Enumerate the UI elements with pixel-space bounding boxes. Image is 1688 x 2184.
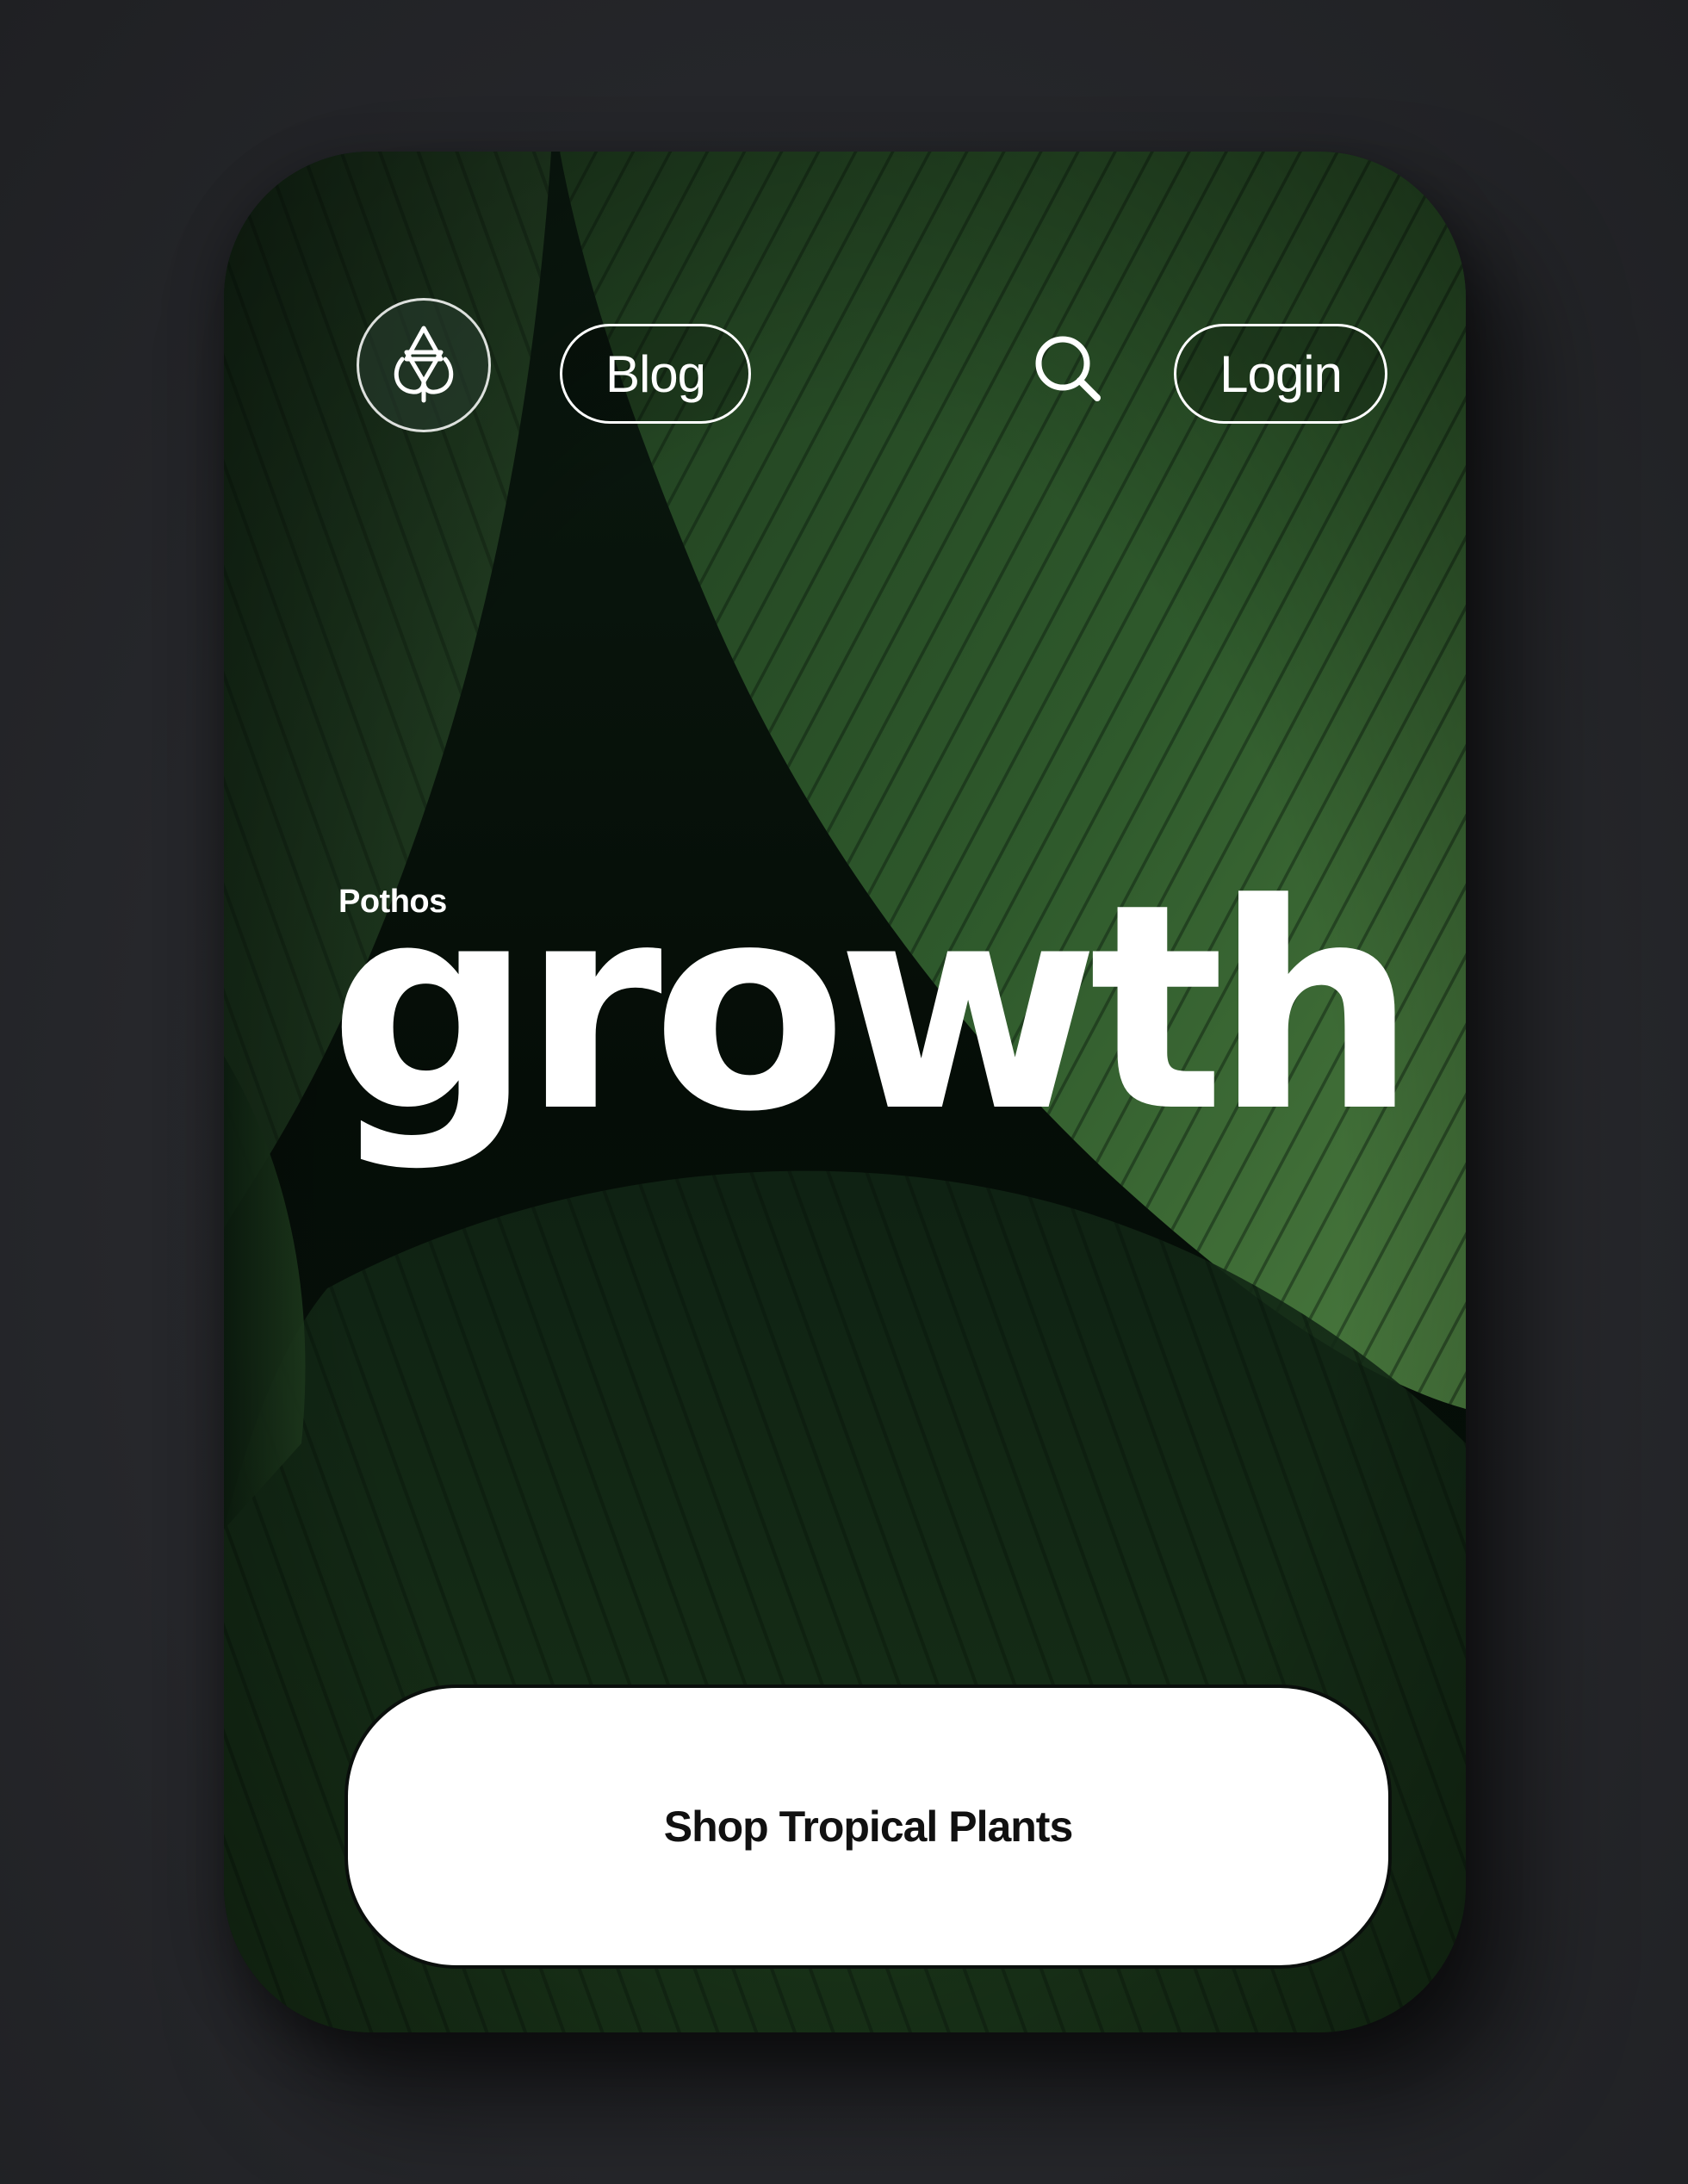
hero-headline: growth	[329, 843, 1417, 1174]
shop-tropical-plants-button[interactable]: Shop Tropical Plants	[344, 1685, 1392, 1969]
blog-button[interactable]: Blog	[560, 324, 751, 424]
search-button[interactable]	[1025, 326, 1111, 412]
logo-button[interactable]	[357, 298, 491, 432]
lotus-star-icon	[394, 326, 454, 403]
search-icon	[1035, 336, 1101, 401]
login-button[interactable]: Login	[1174, 324, 1387, 424]
phone-card: Blog Login Pothos growth Shop Tropical P…	[224, 152, 1466, 2032]
